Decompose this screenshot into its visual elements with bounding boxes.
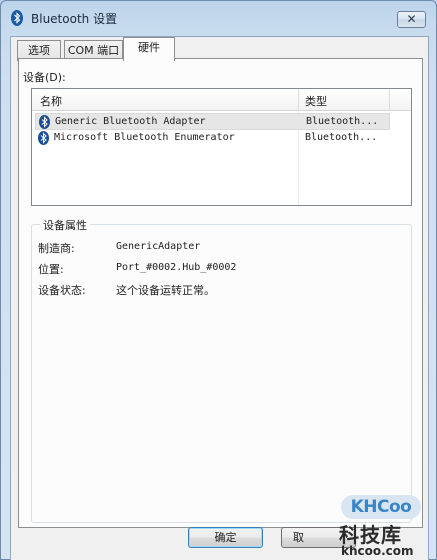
device-name: Generic Bluetooth Adapter xyxy=(55,116,206,127)
column-header-name[interactable]: 名称 xyxy=(40,93,62,109)
title-bar[interactable]: Bluetooth 设置 ✕ xyxy=(1,1,436,33)
column-divider[interactable] xyxy=(389,89,390,111)
list-header: 名称 类型 xyxy=(32,89,411,111)
close-icon: ✕ xyxy=(406,12,417,26)
close-button[interactable]: ✕ xyxy=(397,11,426,28)
column-divider[interactable] xyxy=(298,89,299,111)
device-properties-group: 设备属性 制造商: GenericAdapter 位置: Port_#0002.… xyxy=(31,217,412,523)
group-title: 设备属性 xyxy=(40,217,90,233)
manufacturer-value: GenericAdapter xyxy=(116,241,201,252)
watermark-url: khcoo.com xyxy=(341,544,414,558)
location-value: Port_#0002.Hub_#0002 xyxy=(116,262,237,273)
watermark-logo: KHCoo xyxy=(341,495,421,519)
bluetooth-icon xyxy=(38,131,49,145)
devices-label: 设备(D): xyxy=(23,71,66,84)
dialog-client: 选项 COM 端口 硬件 设备(D): 名称 类型 Generic Blueto… xyxy=(10,36,429,560)
ok-button[interactable]: 确定 xyxy=(188,527,263,548)
hardware-panel: 设备(D): 名称 类型 Generic Bluetooth Adapter B… xyxy=(18,58,423,528)
bluetooth-icon xyxy=(39,115,50,129)
column-header-type[interactable]: 类型 xyxy=(305,93,327,109)
tab-label: 选项 xyxy=(28,44,50,57)
manufacturer-label: 制造商: xyxy=(38,242,75,255)
window-title: Bluetooth 设置 xyxy=(31,12,118,26)
status-value: 这个设备运转正常。 xyxy=(116,284,215,297)
location-label: 位置: xyxy=(38,263,64,276)
list-item[interactable]: Generic Bluetooth Adapter Bluetooth... xyxy=(35,113,390,130)
device-name: Microsoft Bluetooth Enumerator xyxy=(54,132,235,143)
status-label: 设备状态: xyxy=(38,284,86,297)
list-item[interactable]: Microsoft Bluetooth Enumerator Bluetooth… xyxy=(35,130,390,147)
tab-label: COM 端口 xyxy=(67,44,120,57)
bluetooth-icon xyxy=(11,10,23,26)
device-type: Bluetooth... xyxy=(306,116,379,127)
ok-button-label: 确定 xyxy=(214,531,237,544)
tab-hardware[interactable]: 硬件 xyxy=(123,37,175,61)
settings-window: Bluetooth 设置 ✕ 选项 COM 端口 硬件 设备(D): 名称 类型 xyxy=(0,0,437,560)
device-type: Bluetooth... xyxy=(305,132,378,143)
cancel-button-label: 取 xyxy=(293,531,304,544)
watermark: KHCoo 科技库 khcoo.com xyxy=(319,489,437,560)
devices-list[interactable]: 名称 类型 Generic Bluetooth Adapter Bluetoot… xyxy=(31,88,412,206)
tab-label: 硬件 xyxy=(138,41,160,54)
